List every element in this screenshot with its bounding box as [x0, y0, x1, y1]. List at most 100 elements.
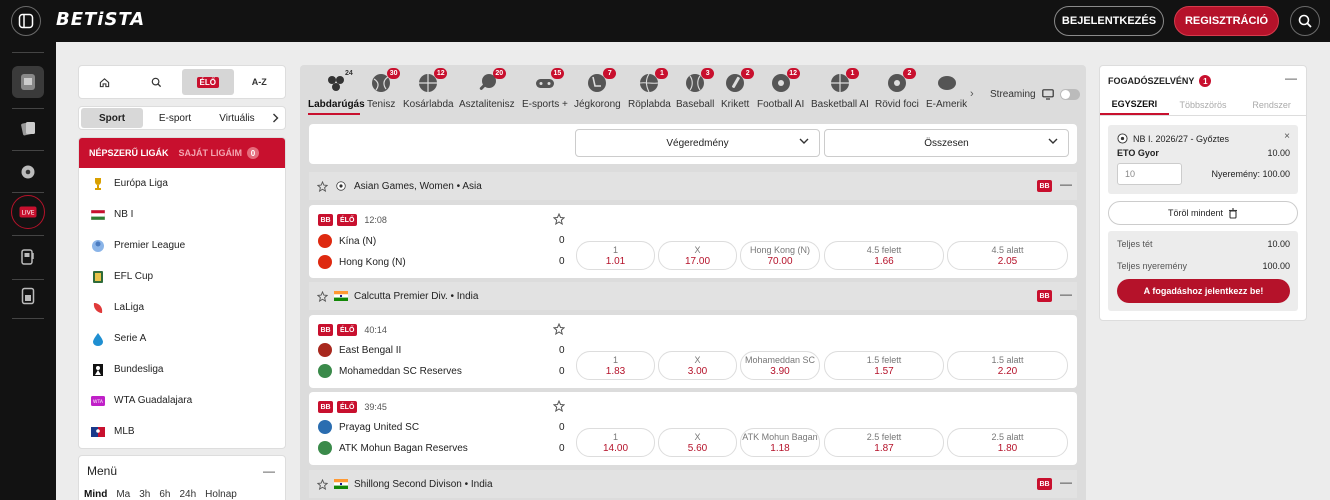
tab-system[interactable]: Rendszer [1237, 94, 1306, 115]
star-icon[interactable] [317, 290, 328, 302]
odd-button[interactable]: 2.5 felett 1.87 [824, 428, 944, 457]
my-leagues-tab[interactable]: SAJÁT LIGÁIM [179, 148, 243, 158]
rail-casino-button[interactable] [14, 114, 42, 142]
search-button[interactable] [1290, 6, 1320, 36]
sport-e-american[interactable]: E-Amerik [926, 73, 967, 110]
odd-button[interactable]: 4.5 felett 1.66 [824, 241, 944, 270]
star-icon[interactable] [553, 213, 565, 225]
sport-esports[interactable]: 15 E-sports + [522, 68, 568, 110]
match-card[interactable]: BB ÉLŐ 12:08 Kína (N) Hong Kong (N) 0 0 … [309, 205, 1077, 278]
star-icon[interactable] [553, 400, 565, 412]
sport-short-football[interactable]: 2 Rövid foci [875, 68, 919, 110]
rail-sport-button[interactable] [12, 66, 44, 98]
az-tab[interactable]: A-Z [234, 69, 286, 95]
category-header[interactable]: Calcutta Premier Div. • India BB — [309, 282, 1077, 310]
market-result-dropdown[interactable]: Végeredmény [575, 129, 820, 157]
tab-esport[interactable]: E-sport [143, 108, 207, 128]
sport-count: 1 [845, 68, 859, 79]
filter-tomorrow[interactable]: Holnap [205, 489, 237, 500]
bet-builder-badge: BB [1037, 180, 1052, 192]
filter-today[interactable]: Ma [116, 489, 130, 500]
star-icon[interactable] [553, 323, 565, 335]
filter-all[interactable]: Mind [84, 489, 107, 500]
rail-live-button[interactable]: LIVE [11, 195, 45, 229]
league-nb-i[interactable]: NB I [79, 199, 285, 230]
sport-football[interactable]: 24 Labdarúgás [308, 70, 365, 110]
logo[interactable]: BETiSTA [56, 9, 145, 30]
streaming-toggle[interactable]: Streaming [990, 89, 1080, 100]
league-laliga[interactable]: LaLiga [79, 292, 285, 323]
odd-button[interactable]: Mohameddan SC 3.90 [740, 351, 820, 380]
sport-baseball[interactable]: 3 Baseball [676, 68, 714, 110]
home-icon [100, 77, 110, 87]
league-europa-liga[interactable]: Európa Liga [79, 168, 285, 199]
sports-next-arrow[interactable]: › [970, 88, 974, 100]
category-name: Asian Games, Women • Asia [354, 180, 482, 192]
odd-button[interactable]: 1 14.00 [576, 428, 655, 457]
odd-button[interactable]: 1 1.01 [576, 241, 655, 270]
sport-volleyball[interactable]: 1 Röplabda [628, 68, 671, 110]
home-tab[interactable] [79, 69, 131, 95]
collapse-icon[interactable]: — [263, 464, 275, 478]
sport-tennis[interactable]: 30 Tenisz [367, 68, 401, 110]
login-button[interactable]: BEJELENTKEZÉS [1054, 6, 1164, 36]
odd-value: 3.90 [770, 366, 790, 377]
filter-6h[interactable]: 6h [159, 489, 170, 500]
tab-multiple[interactable]: Többszörös [1169, 94, 1238, 115]
remove-selection-icon[interactable]: × [1284, 131, 1290, 142]
odd-button[interactable]: 4.5 alatt 2.05 [947, 241, 1068, 270]
search-tab[interactable] [131, 69, 183, 95]
match-card[interactable]: BB ÉLŐ 40:14 East Bengal II Mohameddan S… [309, 315, 1077, 388]
star-icon[interactable] [317, 478, 328, 490]
category-header[interactable]: Shillong Second Divison • India BB — [309, 470, 1077, 498]
odd-button[interactable]: X 17.00 [658, 241, 737, 270]
sport-football-ai[interactable]: 12 Football AI [757, 68, 804, 110]
odd-button[interactable]: 1.5 felett 1.57 [824, 351, 944, 380]
sport-ice-hockey[interactable]: 7 Jégkorong [574, 68, 621, 110]
stake-input[interactable]: 10 [1117, 163, 1182, 185]
odd-button[interactable]: X 5.60 [658, 428, 737, 457]
collapse-icon[interactable]: — [1060, 177, 1072, 191]
category-header[interactable]: Asian Games, Women • Asia BB — [309, 172, 1077, 200]
market-total-dropdown[interactable]: Összesen [824, 129, 1069, 157]
tab-single[interactable]: EGYSZERI [1100, 94, 1169, 115]
rail-lottery-button[interactable] [14, 282, 42, 310]
tab-sport[interactable]: Sport [81, 108, 143, 128]
star-icon[interactable] [317, 180, 328, 192]
league-bundesliga[interactable]: Bundesliga [79, 354, 285, 385]
odd-button[interactable]: X 3.00 [658, 351, 737, 380]
sidebar-toggle-button[interactable] [11, 6, 41, 36]
odd-button[interactable]: 2.5 alatt 1.80 [947, 428, 1068, 457]
sport-basketball-ai[interactable]: 1 Basketball AI [811, 68, 869, 110]
rail-football-button[interactable] [14, 158, 42, 186]
league-serie-a[interactable]: Serie A [79, 323, 285, 354]
odd-button[interactable]: Hong Kong (N) 70.00 [740, 241, 820, 270]
league-efl-cup[interactable]: EFL Cup [79, 261, 285, 292]
odd-button[interactable]: 1.5 alatt 2.20 [947, 351, 1068, 380]
collapse-icon[interactable]: — [1060, 475, 1072, 489]
sport-table-tennis[interactable]: 20 Asztalitenisz [459, 68, 515, 110]
live-tab[interactable]: ÉLŐ [182, 69, 234, 95]
tabs-next-arrow[interactable] [267, 108, 283, 128]
streaming-switch[interactable] [1059, 89, 1080, 100]
odd-button[interactable]: ATK Mohun Bagan 1.18 [740, 428, 820, 457]
league-wta-guadalajara[interactable]: WTA WTA Guadalajara [79, 385, 285, 416]
collapse-icon[interactable]: — [1285, 71, 1297, 85]
tab-virtual[interactable]: Virtuális [207, 108, 267, 128]
popular-leagues-tab[interactable]: NÉPSZERŰ LIGÁK [89, 148, 169, 158]
rail-virtual-button[interactable] [14, 243, 42, 271]
collapse-icon[interactable]: — [1060, 287, 1072, 301]
sport-cricket[interactable]: 2 Krikett [721, 68, 755, 110]
filter-3h[interactable]: 3h [139, 489, 150, 500]
team-name: Hong Kong (N) [339, 256, 406, 268]
register-button[interactable]: REGISZTRÁCIÓ [1174, 6, 1279, 36]
match-card[interactable]: BB ÉLŐ 39:45 Prayag United SC ATK Mohun … [309, 392, 1077, 465]
filter-24h[interactable]: 24h [179, 489, 196, 500]
league-mlb[interactable]: MLB [79, 416, 285, 447]
league-premier-league[interactable]: Premier League [79, 230, 285, 261]
clear-all-button[interactable]: Töröl mindent [1108, 201, 1298, 225]
bundesliga-icon [91, 363, 105, 377]
place-bet-button[interactable]: A fogadáshoz jelentkezz be! [1117, 279, 1290, 303]
odd-button[interactable]: 1 1.83 [576, 351, 655, 380]
sport-basketball[interactable]: 12 Kosárlabda [403, 68, 454, 110]
